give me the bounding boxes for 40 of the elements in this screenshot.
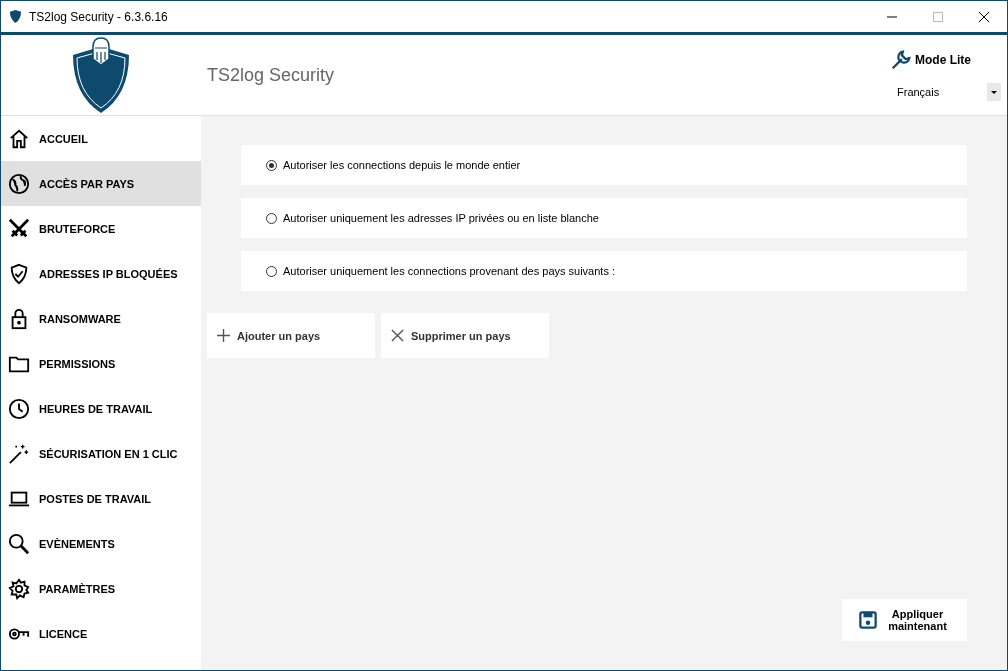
window-title: TS2log Security - 6.3.6.16	[29, 9, 168, 24]
sidebar-item[interactable]: ACCÈS PAR PAYS	[1, 161, 201, 206]
apply-now-button[interactable]: Appliquer maintenant	[842, 599, 967, 641]
magic-wand-icon	[8, 442, 30, 465]
sidebar-item[interactable]: PERMISSIONS	[1, 341, 201, 386]
sidebar-item[interactable]: RANSOMWARE	[1, 296, 201, 341]
sidebar-item[interactable]: POSTES DE TRAVAIL	[1, 476, 201, 521]
option-label: Autoriser uniquement les connections provenant des pays suivants :	[283, 265, 616, 277]
save-icon	[858, 611, 877, 629]
caret-icon	[991, 90, 997, 94]
cross-icon	[391, 329, 404, 342]
radio-option[interactable]: Autoriser uniquement les connections provenant des pays suivants :	[241, 251, 967, 291]
home-icon	[8, 127, 30, 150]
sidebar-item[interactable]: EVÈNEMENTS	[1, 521, 201, 566]
add-country-button[interactable]: Ajouter un pays	[207, 313, 375, 358]
shield-icon	[9, 9, 22, 24]
language-dropdown[interactable]: Français	[897, 83, 1001, 101]
option-label: Autoriser les connections depuis le monde entier	[283, 159, 521, 171]
sidebar-item[interactable]: ACCUEIL	[1, 116, 201, 161]
clock-icon	[8, 397, 30, 420]
option-label: Autoriser uniquement les adresses IP privées ou en liste blanche	[283, 212, 599, 224]
mode-lite-button[interactable]: Mode Lite	[890, 49, 1001, 71]
close-icon[interactable]	[979, 11, 989, 22]
sidebar-item[interactable]: PARAMÈTRES	[1, 566, 201, 611]
app-name: TS2log Security	[207, 64, 335, 86]
globe-icon	[8, 172, 30, 195]
plus-icon	[217, 329, 230, 342]
crossed-swords-icon	[8, 217, 30, 240]
sidebar-item[interactable]: HEURES DE TRAVAIL	[1, 386, 201, 431]
radio-option[interactable]: Autoriser les connections depuis le monde entier	[241, 145, 967, 185]
sidebar-item[interactable]: SÉCURISATION EN 1 CLIC	[1, 431, 201, 476]
remove-country-button[interactable]: Supprimer un pays	[381, 313, 549, 358]
sidebar-item[interactable]: LICENCE	[1, 611, 201, 656]
wrench-icon	[890, 49, 912, 71]
radio-option[interactable]: Autoriser uniquement les adresses IP privées ou en liste blanche	[241, 198, 967, 238]
sidebar-item[interactable]: ADRESSES IP BLOQUÉES	[1, 251, 201, 296]
shield-check-icon	[8, 262, 30, 285]
search-icon	[8, 532, 30, 555]
sidebar-item[interactable]: BRUTEFORCE	[1, 206, 201, 251]
settings-icon	[8, 577, 30, 600]
